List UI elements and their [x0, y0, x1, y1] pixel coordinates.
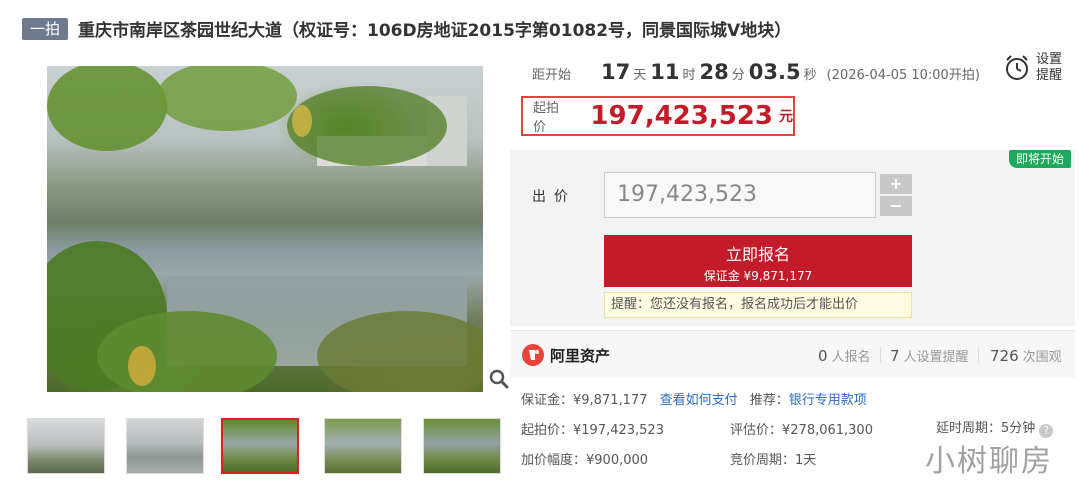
- countdown: 距开始 17 天 11 时 28 分 03.5 秒 (2026-04-05 10…: [532, 60, 980, 88]
- auction-round-badge: 一拍: [22, 18, 68, 40]
- countdown-seconds-unit: 秒: [803, 68, 817, 83]
- deposit-amount-label: 保证金 ¥9,871,177: [703, 269, 813, 283]
- auction-start-time: (2026-04-05 10:00开拍): [826, 68, 980, 83]
- page-title: 重庆市南岸区茶园世纪大道（权证号：106D房地证2015字第01082号，同景国…: [78, 21, 792, 41]
- register-now-button[interactable]: 立即报名 保证金 ¥9,871,177: [604, 235, 912, 287]
- bid-period-info: 竞价周期：1天: [730, 453, 817, 468]
- views-stat: 726 次围观: [990, 346, 1062, 365]
- countdown-days: 17: [601, 60, 631, 84]
- start-price-box: 起拍价 197,423,523 元: [521, 96, 795, 136]
- delay-period-info: 延时周期：5分钟: [936, 421, 1036, 436]
- increase-bid-button[interactable]: +: [880, 174, 912, 194]
- watermark: 小树聊房: [925, 444, 1053, 479]
- thumbnail-selected[interactable]: [221, 418, 299, 474]
- page-header: 一拍 重庆市南岸区茶园世纪大道（权证号：106D房地证2015字第01082号，…: [0, 0, 1080, 58]
- signup-count: 0: [818, 347, 828, 365]
- bid-increment-info: 加价幅度：¥900,000: [521, 453, 649, 468]
- brand-name: 阿里资产: [550, 347, 611, 365]
- bid-label: 出价: [532, 189, 576, 205]
- zoom-icon[interactable]: [488, 368, 510, 390]
- main-photo[interactable]: [47, 66, 483, 392]
- bid-amount-input[interactable]: 197,423,523: [604, 172, 876, 218]
- thumbnail[interactable]: [423, 418, 501, 474]
- start-price-info: 起拍价：¥197,423,523: [521, 423, 664, 438]
- register-now-label: 立即报名: [725, 245, 790, 264]
- how-to-pay-link[interactable]: 查看如何支付: [660, 393, 738, 408]
- signup-label: 人报名: [831, 350, 871, 365]
- set-reminder-button[interactable]: 设置 提醒: [1004, 52, 1074, 86]
- thumbnail[interactable]: [324, 418, 402, 474]
- start-price-value: 197,423,523: [590, 101, 773, 131]
- reminder-label-line1: 设置: [1036, 52, 1063, 67]
- start-price-unit: 元: [779, 109, 793, 125]
- countdown-hours: 11: [650, 60, 680, 84]
- deposit-row: 保证金：¥9,871,177 查看如何支付 推荐：银行专用款项: [521, 389, 867, 408]
- countdown-days-unit: 天: [633, 68, 647, 83]
- ali-assets-logo-icon: [522, 344, 544, 366]
- registration-notice: 提醒：您还没有报名，报名成功后才能出价: [604, 292, 912, 318]
- start-price-label: 起拍价: [533, 101, 560, 135]
- stats-bar: 阿里资产 0 人报名 7 人设置提醒 726 次围观: [510, 330, 1075, 378]
- alarm-clock-icon: [1006, 55, 1028, 80]
- thumbnail[interactable]: [27, 418, 105, 474]
- reminder-count: 7: [890, 347, 900, 365]
- bid-panel: 即将开始 出价 197,423,523 + − 立即报名 保证金 ¥9,871,…: [510, 150, 1075, 326]
- thumbnail[interactable]: [126, 418, 204, 474]
- countdown-label: 距开始: [532, 68, 572, 83]
- delay-period-row: 延时周期：5分钟?: [936, 417, 1054, 438]
- deposit-info: 保证金：¥9,871,177: [521, 393, 648, 408]
- signup-stat: 0 人报名: [818, 346, 871, 365]
- reminder-label-line2: 提醒: [1036, 68, 1063, 83]
- views-label: 次围观: [1022, 350, 1062, 365]
- decrease-bid-button[interactable]: −: [880, 196, 912, 216]
- reminder-stat: 7 人设置提醒: [890, 346, 969, 365]
- countdown-minutes: 28: [699, 60, 729, 84]
- countdown-hours-unit: 时: [682, 68, 696, 83]
- bank-payment-link[interactable]: 银行专用款项: [789, 393, 867, 408]
- countdown-minutes-unit: 分: [731, 68, 745, 83]
- recommend-label: 推荐：: [749, 393, 789, 408]
- appraisal-price-info: 评估价：¥278,061,300: [730, 423, 873, 438]
- countdown-seconds: 03.5: [748, 60, 801, 84]
- reminder-count-label: 人设置提醒: [903, 350, 969, 365]
- status-badge: 即将开始: [1009, 150, 1071, 168]
- views-count: 726: [990, 347, 1019, 365]
